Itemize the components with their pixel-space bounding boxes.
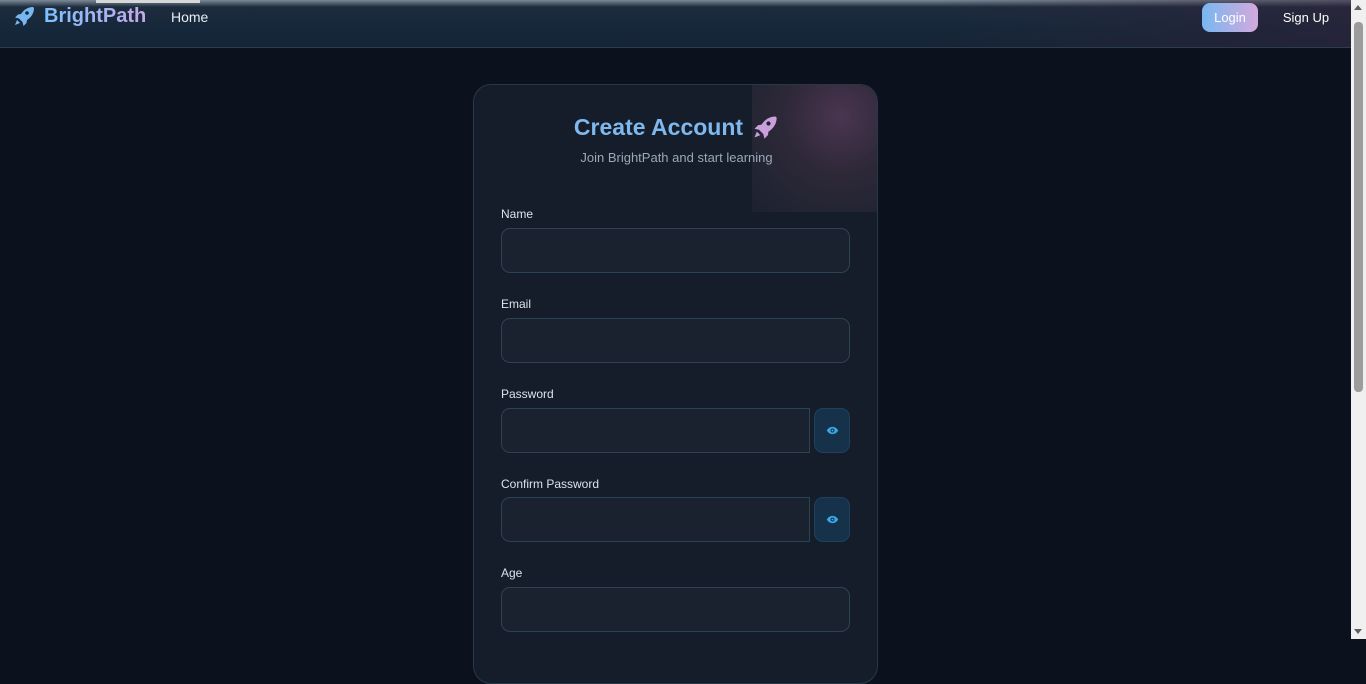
card-glow-decoration bbox=[752, 85, 877, 212]
password-input[interactable] bbox=[501, 408, 810, 453]
password-toggle-button[interactable] bbox=[814, 408, 850, 453]
email-label: Email bbox=[501, 297, 532, 311]
card-subtitle: Join BrightPath and start learning bbox=[580, 150, 773, 165]
confirm-password-input[interactable] bbox=[501, 497, 810, 542]
age-label: Age bbox=[501, 566, 523, 580]
nav-link-home[interactable]: Home bbox=[171, 9, 208, 25]
vertical-scrollbar[interactable] bbox=[1351, 0, 1366, 639]
eye-icon bbox=[826, 426, 838, 435]
rocket-icon bbox=[15, 7, 34, 26]
scroll-down-arrow-icon[interactable] bbox=[1354, 629, 1362, 634]
login-button[interactable]: Login bbox=[1202, 3, 1258, 32]
name-label: Name bbox=[501, 207, 534, 221]
email-input[interactable] bbox=[501, 318, 850, 363]
eye-icon bbox=[826, 515, 838, 524]
scroll-up-arrow-icon[interactable] bbox=[1354, 5, 1362, 10]
scrollbar-thumb[interactable] bbox=[1354, 22, 1363, 392]
brand-name: BrightPath bbox=[44, 4, 147, 27]
confirm-password-label: Confirm Password bbox=[501, 477, 600, 491]
top-navbar: BrightPath Home Login Sign Up bbox=[0, 0, 1351, 48]
card-title-text: Create Account bbox=[573, 113, 744, 140]
confirm-password-toggle-button[interactable] bbox=[814, 497, 850, 542]
signup-card: Create Account Join BrightPath and start… bbox=[473, 84, 878, 684]
password-label: Password bbox=[501, 387, 554, 401]
rocket-icon bbox=[754, 116, 777, 139]
signup-button[interactable]: Sign Up bbox=[1272, 3, 1340, 32]
card-title: Create Account bbox=[474, 113, 877, 141]
name-input[interactable] bbox=[501, 228, 850, 273]
brand-logo-link[interactable]: BrightPath bbox=[12, 4, 146, 28]
tooltip-remnant bbox=[96, 0, 200, 3]
age-input[interactable] bbox=[501, 587, 850, 632]
